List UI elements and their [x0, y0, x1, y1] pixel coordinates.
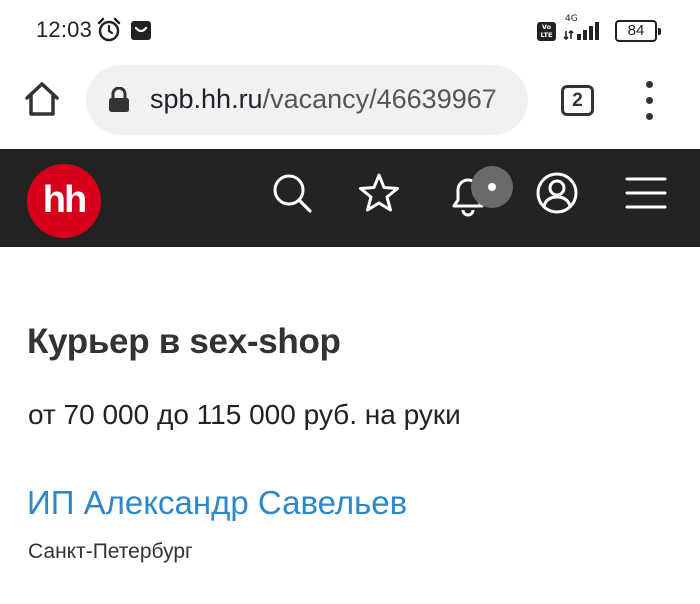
profile-icon[interactable]	[535, 169, 579, 217]
address-bar[interactable]: spb.hh.ru/vacancy/46639967	[86, 65, 528, 135]
city: Санкт-Петербург	[28, 540, 193, 563]
tabs-button[interactable]: 2	[561, 85, 594, 116]
battery-icon: 84	[615, 20, 661, 42]
vacancy-title: Курьер в sex-shop	[27, 322, 341, 361]
hh-logo[interactable]: hh	[27, 164, 101, 238]
notification-badge	[471, 166, 513, 208]
more-vert-icon[interactable]	[640, 80, 660, 122]
lock-icon	[109, 87, 129, 112]
search-icon[interactable]	[270, 169, 314, 217]
alarm-icon	[97, 17, 121, 42]
url-path: /vacancy/46639967	[262, 84, 497, 114]
browser-toolbar: spb.hh.ru/vacancy/46639967 2	[0, 60, 700, 148]
home-icon[interactable]	[22, 79, 62, 119]
vacancy-content: Курьер в sex-shop от 70 000 до 115 000 р…	[0, 247, 700, 604]
hamburger-icon[interactable]	[624, 169, 668, 217]
signal-icon	[563, 22, 599, 41]
url-host: spb.hh.ru	[150, 84, 263, 114]
url-fade	[488, 65, 528, 135]
clock: 12:03	[36, 17, 93, 42]
url-text: spb.hh.ru/vacancy/46639967	[150, 84, 497, 115]
shopping-bag-icon	[131, 21, 151, 40]
star-icon[interactable]	[357, 169, 401, 217]
site-header: hh	[0, 149, 700, 247]
volte-badge: Vo LTE	[537, 22, 556, 41]
status-bar: 12:03 Vo LTE 4G 84	[0, 0, 700, 60]
salary: от 70 000 до 115 000 руб. на руки	[28, 399, 461, 430]
company-link[interactable]: ИП Александр Савельев	[27, 484, 407, 522]
